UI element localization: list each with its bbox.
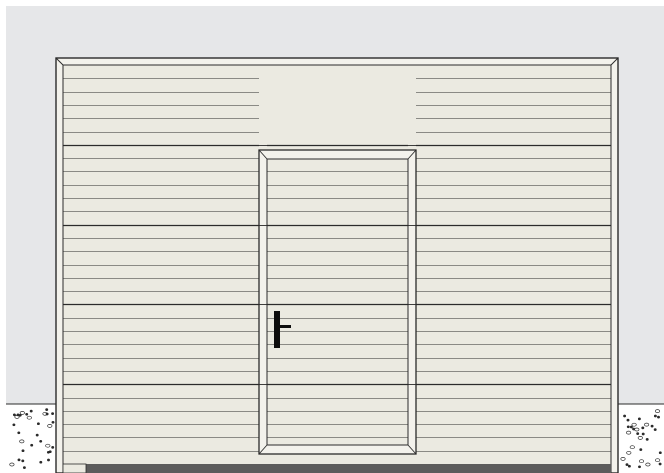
gravel-stone xyxy=(639,448,643,451)
gravel-stone xyxy=(29,409,33,413)
ground-left xyxy=(6,403,56,473)
ground-right xyxy=(618,403,664,473)
gravel-stone xyxy=(636,432,640,435)
gravel-stone xyxy=(653,428,657,431)
gravel-stone xyxy=(12,423,16,427)
gravel-stone xyxy=(12,413,16,417)
gravel-stone xyxy=(658,451,662,455)
gravel-stone xyxy=(645,438,649,441)
gravel-stone xyxy=(45,408,49,411)
gravel-stone xyxy=(626,425,630,429)
gravel-stone xyxy=(25,412,29,416)
gravel-stone xyxy=(17,458,21,462)
gravel-stone xyxy=(625,463,629,466)
gravel-stone xyxy=(626,418,630,422)
gravel-stone xyxy=(35,433,39,437)
gravel-stone xyxy=(48,450,52,454)
gravel-stone xyxy=(21,449,25,453)
gravel-stone xyxy=(47,458,50,462)
gravel-stone xyxy=(650,424,654,428)
gravel-stone xyxy=(51,412,55,415)
threshold-edge xyxy=(62,463,87,473)
gravel-stone xyxy=(658,462,662,466)
gravel-stone xyxy=(629,425,633,429)
gravel-stone xyxy=(36,422,40,426)
garage-door-scene xyxy=(6,6,664,473)
gravel-stone xyxy=(623,414,627,418)
gravel-stone xyxy=(51,420,55,424)
gravel-stone xyxy=(21,459,25,463)
gravel-stone xyxy=(627,464,631,468)
handle-plate xyxy=(274,311,280,348)
wicket-panel xyxy=(266,158,409,446)
gravel-stone xyxy=(30,443,34,447)
gravel-stone xyxy=(637,417,641,421)
wicket-door[interactable] xyxy=(258,144,417,455)
handle-lever[interactable] xyxy=(279,325,291,328)
gravel-stone xyxy=(641,426,645,430)
threshold xyxy=(86,464,611,473)
gravel-stone xyxy=(39,460,43,464)
gravel-stone xyxy=(18,413,22,417)
gravel-stone xyxy=(39,439,43,443)
gravel-stone xyxy=(653,414,657,418)
gravel-stone xyxy=(632,427,636,431)
gravel-stone xyxy=(638,465,641,469)
gravel-stone xyxy=(22,466,26,469)
gravel-stone xyxy=(51,446,55,449)
gravel-stone xyxy=(641,432,645,436)
gravel-stone xyxy=(17,431,21,435)
gravel-stone xyxy=(657,415,660,419)
